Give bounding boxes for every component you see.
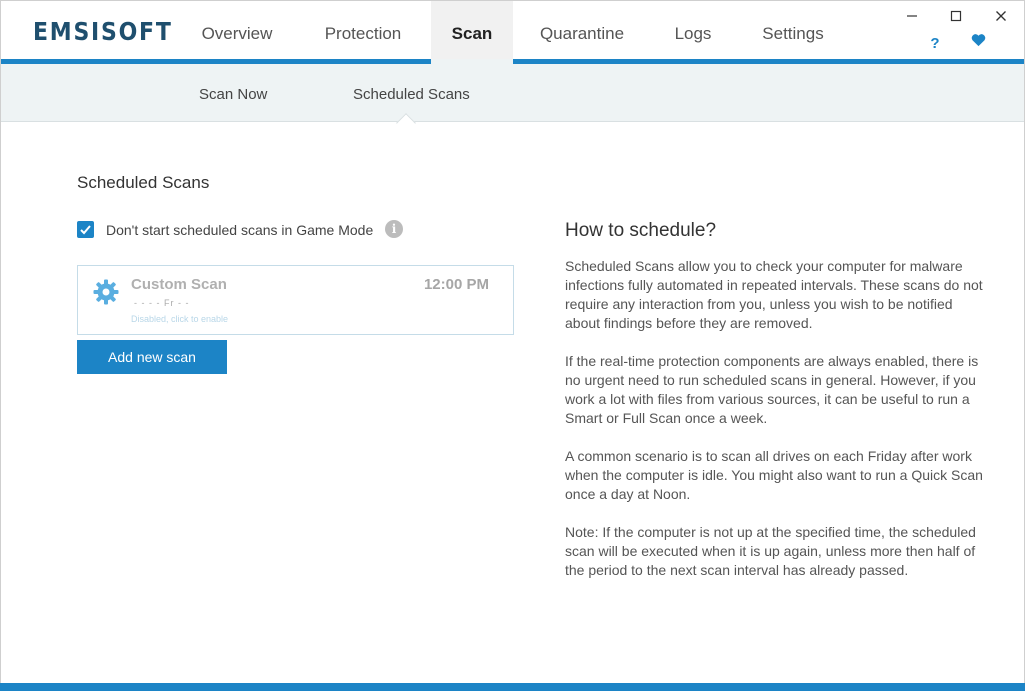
tab-overview[interactable]: Overview — [189, 1, 285, 63]
scan-time: 12:00 PM — [423, 276, 489, 293]
heart-icon[interactable] — [968, 33, 988, 53]
game-mode-label[interactable]: Don't start scheduled scans in Game Mode — [106, 222, 373, 238]
help-title: How to schedule? — [565, 220, 717, 241]
tab-settings[interactable]: Settings — [749, 1, 837, 63]
scheduled-scan-item[interactable]: Custom Scan 12:00 PM - - - - Fr - - Disa… — [77, 265, 514, 335]
help-paragraph: Scheduled Scans allow you to check your … — [565, 258, 983, 331]
scan-status-link[interactable]: Disabled, click to enable — [131, 314, 228, 324]
subnav-scheduled-scans[interactable]: Scheduled Scans — [353, 86, 470, 103]
tab-logs[interactable]: Logs — [663, 1, 723, 63]
check-icon — [80, 225, 91, 235]
bottom-accent-bar — [0, 683, 1025, 691]
tab-scan[interactable]: Scan — [431, 1, 513, 63]
section-title: Scheduled Scans — [77, 173, 210, 192]
header: EMSISOFT Overview Protection Scan Quaran… — [1, 1, 1024, 63]
tab-quarantine[interactable]: Quarantine — [529, 1, 635, 63]
close-icon — [996, 11, 1006, 21]
maximize-icon — [950, 10, 962, 22]
minimize-icon — [907, 15, 917, 17]
gear-icon — [93, 279, 119, 305]
close-window-button[interactable] — [986, 6, 1016, 28]
maximize-button[interactable] — [941, 6, 971, 28]
help-icon[interactable]: ? — [925, 34, 945, 54]
help-paragraph: A common scenario is to scan all drives … — [565, 448, 983, 502]
emsisoft-logo: EMSISOFT — [33, 17, 173, 46]
info-icon[interactable]: i — [385, 220, 403, 238]
subnav-scan-now[interactable]: Scan Now — [199, 86, 267, 103]
sub-navigation: Scan Now Scheduled Scans — [1, 64, 1024, 122]
help-paragraph: Note: If the computer is not up at the s… — [565, 524, 976, 578]
scan-days: - - - - Fr - - — [134, 298, 190, 308]
scan-name: Custom Scan — [131, 276, 227, 293]
tab-protection[interactable]: Protection — [311, 1, 415, 63]
help-paragraph: If the real-time protection components a… — [565, 353, 979, 426]
minimize-button[interactable] — [897, 6, 927, 28]
app-window: EMSISOFT Overview Protection Scan Quaran… — [0, 0, 1025, 691]
game-mode-checkbox[interactable] — [77, 221, 94, 238]
add-new-scan-button[interactable]: Add new scan — [77, 340, 227, 374]
